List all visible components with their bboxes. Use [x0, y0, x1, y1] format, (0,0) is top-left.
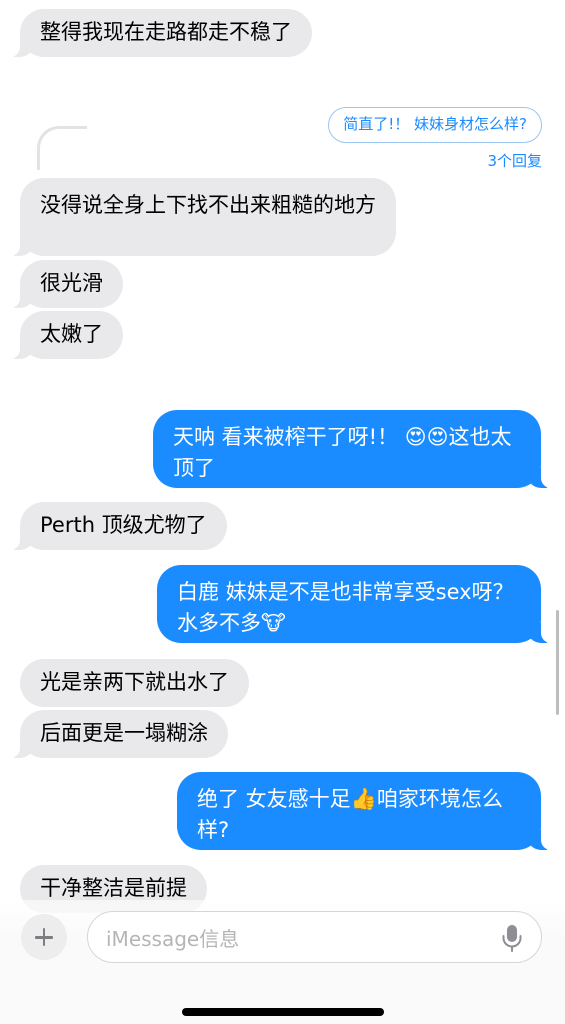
- message-text: Perth 顶级尤物了: [40, 513, 207, 537]
- message-text: 白鹿 妹妹是不是也非常享受sex呀？水多不多🐮: [177, 580, 514, 635]
- message-text: 绝了 女友感十足👍咱家环境怎么样?: [197, 787, 503, 842]
- message-text: 光是亲两下就出水了: [40, 670, 229, 694]
- message-outgoing[interactable]: 白鹿 妹妹是不是也非常享受sex呀？水多不多🐮: [157, 565, 551, 643]
- message-text: 天呐 看来被榨干了呀!！ 😍😍这也太顶了: [173, 425, 512, 480]
- message-outgoing[interactable]: 绝了 女友感十足👍咱家环境怎么样?: [177, 772, 551, 850]
- message-incoming[interactable]: 后面更是一塌糊涂: [10, 710, 228, 758]
- message-text: 干净整洁是前提: [40, 876, 187, 900]
- message-input-placeholder: iMessage信息: [106, 927, 240, 951]
- reply-count-link[interactable]: 3个回复: [487, 150, 542, 171]
- message-text: 没得说全身上下找不出来粗糙的地方: [40, 193, 376, 217]
- message-text: 整得我现在走路都走不稳了: [40, 20, 292, 44]
- scrollbar[interactable]: [556, 610, 559, 715]
- thread-connector: [37, 126, 87, 170]
- message-incoming[interactable]: Perth 顶级尤物了: [10, 502, 227, 550]
- message-incoming[interactable]: 没得说全身上下找不出来粗糙的地方: [10, 178, 396, 256]
- quoted-message-text: 简直了!！ 妹妹身材怎么样?: [343, 115, 527, 133]
- home-indicator: [182, 1008, 384, 1016]
- message-incoming[interactable]: 光是亲两下就出水了: [20, 659, 249, 707]
- message-text: 后面更是一塌糊涂: [40, 721, 208, 745]
- quoted-message[interactable]: 简直了!！ 妹妹身材怎么样?: [328, 107, 542, 143]
- plus-icon[interactable]: [21, 914, 67, 960]
- message-text: 很光滑: [40, 271, 103, 295]
- message-incoming[interactable]: 很光滑: [10, 260, 123, 308]
- message-outgoing[interactable]: 天呐 看来被榨干了呀!！ 😍😍这也太顶了: [153, 410, 551, 488]
- message-input[interactable]: iMessage信息: [87, 911, 542, 963]
- microphone-icon[interactable]: [501, 924, 523, 952]
- message-incoming[interactable]: 太嫩了: [10, 311, 123, 359]
- message-incoming[interactable]: 整得我现在走路都走不稳了: [10, 9, 312, 57]
- message-text: 太嫩了: [40, 322, 103, 346]
